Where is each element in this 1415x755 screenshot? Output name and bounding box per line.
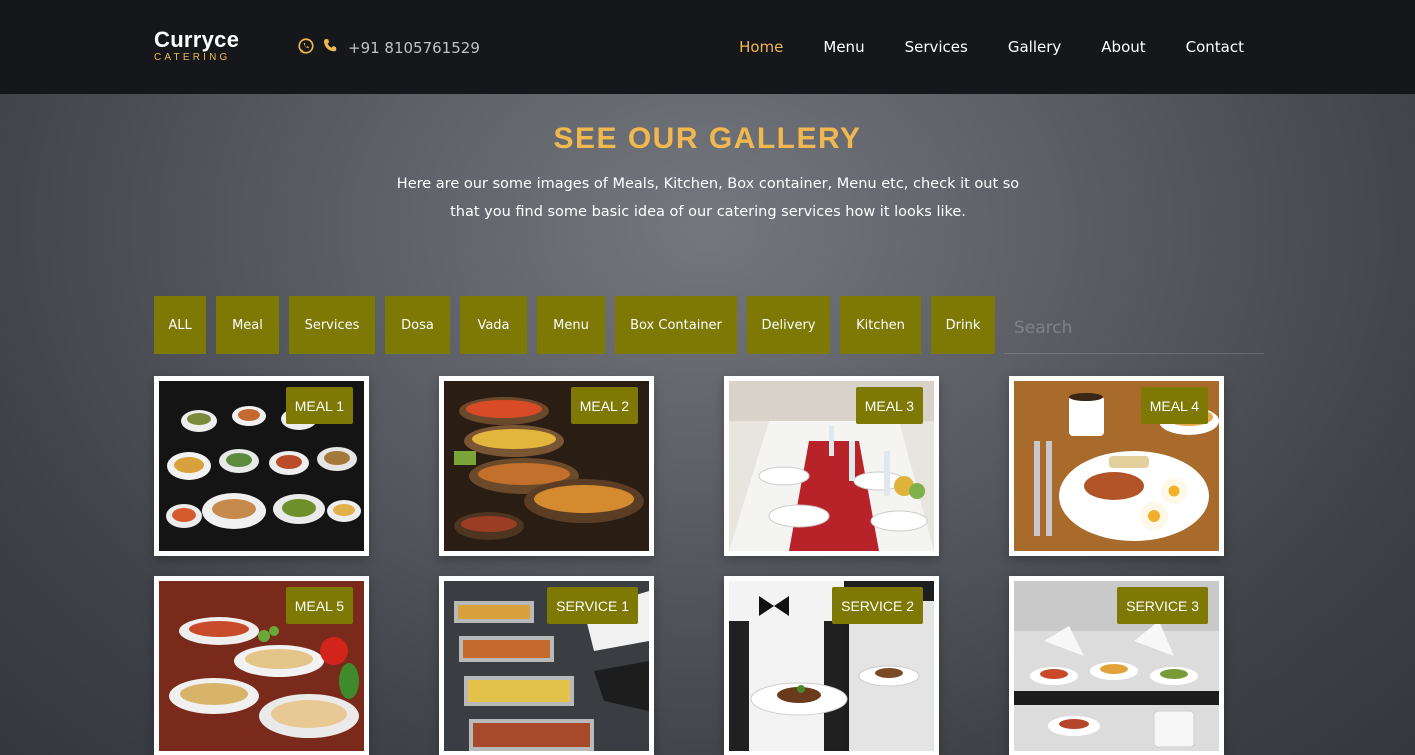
filter-drink[interactable]: Drink <box>931 296 995 354</box>
gallery-card[interactable]: MEAL 5 <box>154 576 369 755</box>
nav-gallery[interactable]: Gallery <box>1008 36 1061 58</box>
gallery-image: MEAL 2 <box>444 381 649 551</box>
card-label: SERVICE 1 <box>547 587 638 624</box>
filter-delivery[interactable]: Delivery <box>747 296 830 354</box>
card-label: MEAL 5 <box>285 587 353 624</box>
contact-info: +91 8105761529 <box>297 37 480 59</box>
brand-name: Curryce <box>154 27 240 52</box>
brand-tagline: CATERING <box>154 52 231 63</box>
gallery-image: MEAL 1 <box>159 381 364 551</box>
phone-number[interactable]: +91 8105761529 <box>348 39 480 57</box>
gallery-description: Here are our some images of Meals, Kitch… <box>396 176 1020 220</box>
gallery-filters: ALL Meal Services Dosa Vada Menu Box Con… <box>154 296 995 354</box>
card-label: MEAL 1 <box>285 387 353 424</box>
gallery-card[interactable]: MEAL 4 <box>1009 376 1224 556</box>
gallery-title: SEE OUR GALLERY <box>553 122 862 155</box>
gallery-card[interactable]: MEAL 3 <box>724 376 939 556</box>
search-input[interactable] <box>1004 302 1264 354</box>
main-nav: Home Menu Services Gallery About Contact <box>739 36 1244 58</box>
navbar: Curryce CATERING +91 8105761529 Home Men… <box>0 0 1415 94</box>
nav-menu[interactable]: Menu <box>823 36 864 58</box>
filter-meal[interactable]: Meal <box>216 296 279 354</box>
gallery-card[interactable]: MEAL 1 <box>154 376 369 556</box>
card-label: SERVICE 2 <box>832 587 923 624</box>
gallery-image: MEAL 3 <box>729 381 934 551</box>
nav-services[interactable]: Services <box>905 36 968 58</box>
gallery-image: MEAL 5 <box>159 581 364 751</box>
card-label: MEAL 2 <box>570 387 638 424</box>
gallery-image: SERVICE 1 <box>444 581 649 751</box>
gallery-card[interactable]: SERVICE 1 <box>439 576 654 755</box>
gallery-card[interactable]: MEAL 2 <box>439 376 654 556</box>
nav-home[interactable]: Home <box>739 36 783 58</box>
filter-dosa[interactable]: Dosa <box>385 296 450 354</box>
gallery-image: SERVICE 3 <box>1014 581 1219 751</box>
filter-services[interactable]: Services <box>289 296 375 354</box>
filter-kitchen[interactable]: Kitchen <box>840 296 921 354</box>
phone-icon[interactable] <box>321 37 339 59</box>
card-label: MEAL 4 <box>1140 387 1208 424</box>
nav-about[interactable]: About <box>1101 36 1145 58</box>
filter-vada[interactable]: Vada <box>460 296 527 354</box>
card-label: SERVICE 3 <box>1117 587 1208 624</box>
filter-menu[interactable]: Menu <box>537 296 605 354</box>
gallery-image: MEAL 4 <box>1014 381 1219 551</box>
brand-logo[interactable]: Curryce CATERING <box>154 28 239 63</box>
filter-all[interactable]: ALL <box>154 296 206 354</box>
gallery-card[interactable]: SERVICE 2 <box>724 576 939 755</box>
gallery-image: SERVICE 2 <box>729 581 934 751</box>
card-label: MEAL 3 <box>855 387 923 424</box>
whatsapp-icon[interactable] <box>297 37 315 59</box>
filter-box-container[interactable]: Box Container <box>615 296 737 354</box>
nav-contact[interactable]: Contact <box>1186 36 1244 58</box>
gallery-card[interactable]: SERVICE 3 <box>1009 576 1224 755</box>
